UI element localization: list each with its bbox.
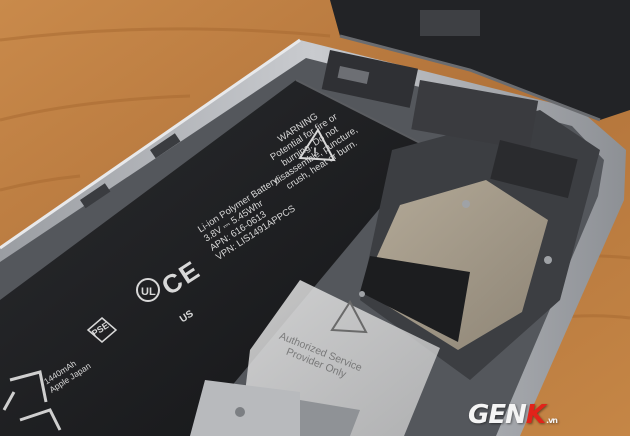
iphone-internals-photo: ! UL [0, 0, 630, 436]
genk-watermark-logo: GENK.vn [468, 400, 558, 430]
photo-scene: ! UL WARNING Potential for fire or burni… [0, 0, 630, 436]
screw [544, 256, 552, 264]
display-bracket [420, 10, 480, 36]
screw [359, 291, 365, 297]
ul-letters-icon: UL [141, 286, 156, 298]
screw [235, 407, 245, 417]
logo-suffix: .vn [546, 416, 558, 425]
logo-accent: K [525, 400, 546, 430]
screw [462, 200, 470, 208]
logo-prefix: GEN [468, 400, 527, 430]
